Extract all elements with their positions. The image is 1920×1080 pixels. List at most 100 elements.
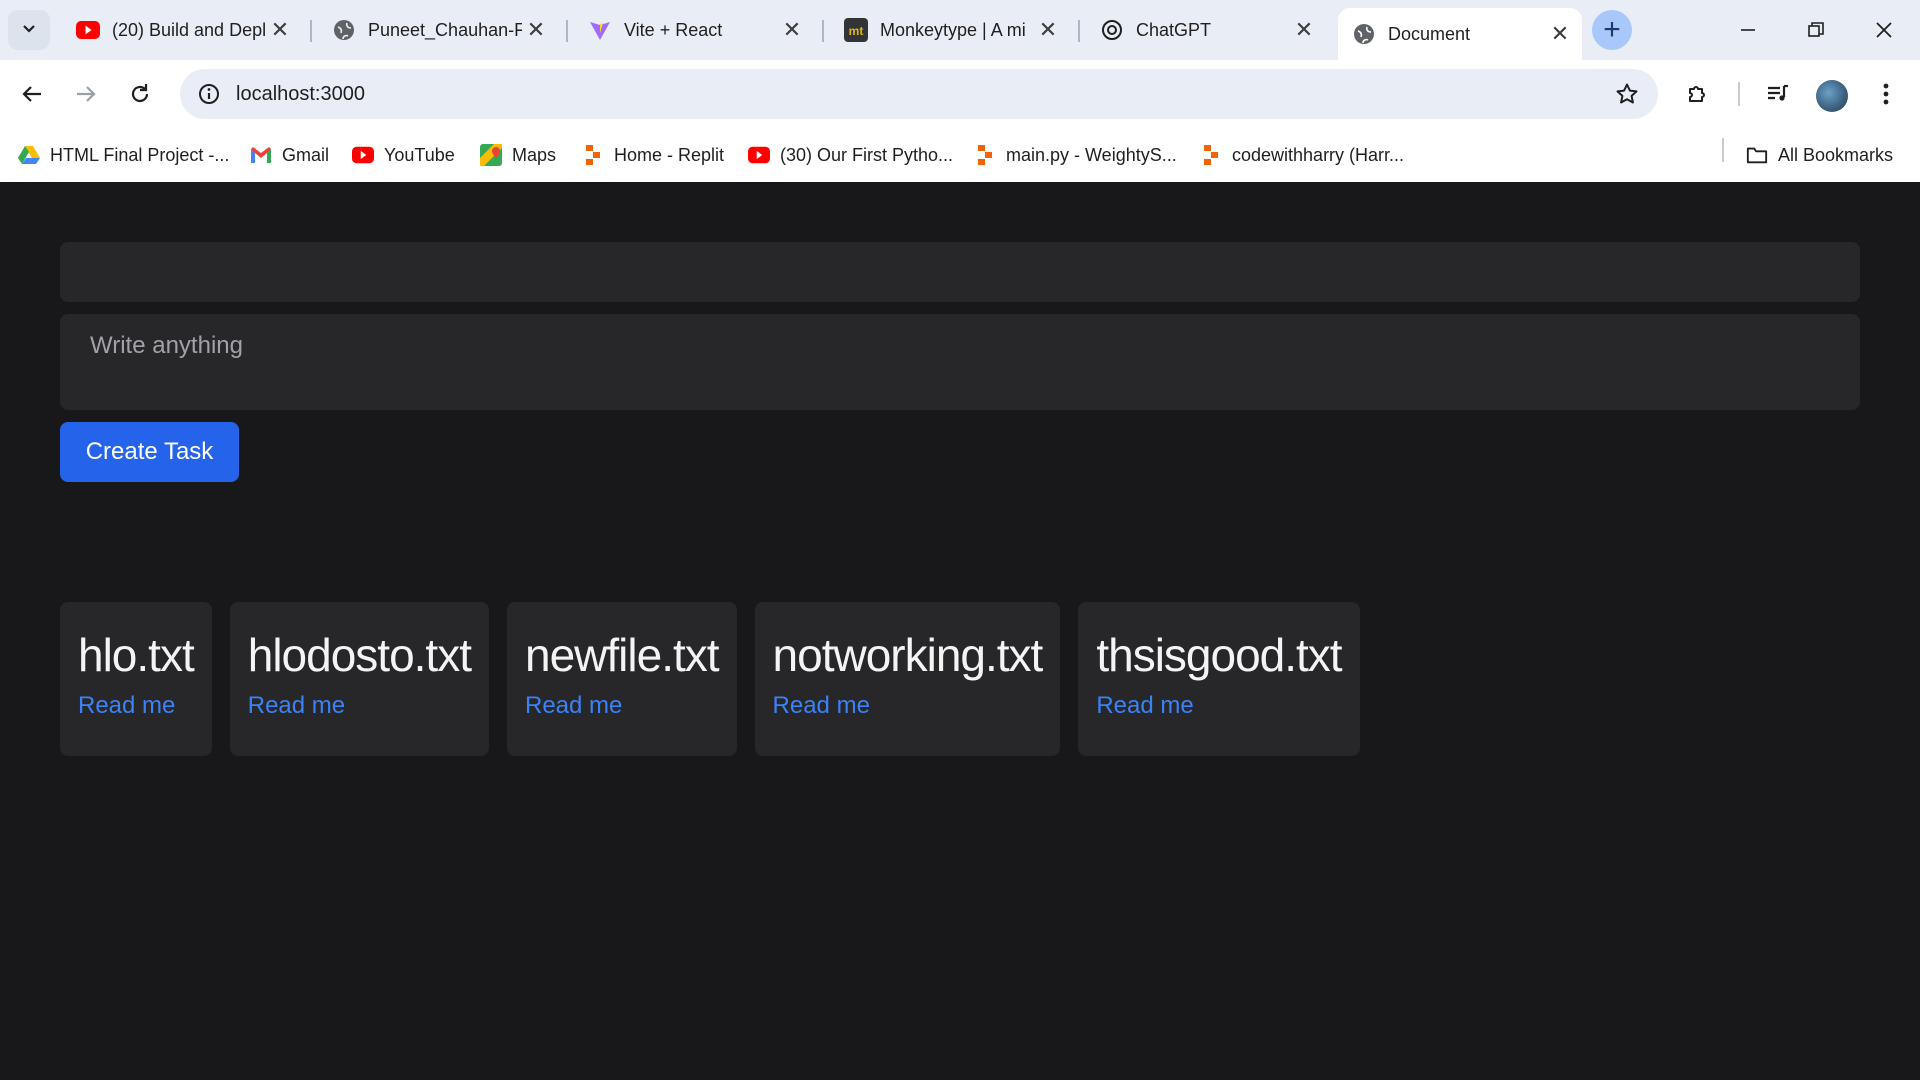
- maps-icon: [480, 144, 502, 166]
- file-name: notworking.txt: [772, 629, 1044, 681]
- monkeytype-icon: mt: [844, 18, 868, 42]
- bookmark-label: Maps: [512, 144, 557, 165]
- chatgpt-icon: [1100, 18, 1124, 42]
- youtube-icon: [748, 144, 770, 166]
- chevron-down-icon: [21, 20, 37, 41]
- new-tab-button[interactable]: +: [1592, 10, 1632, 50]
- bookmark-label: (30) Our First Pytho...: [780, 144, 954, 165]
- restore-button[interactable]: [1786, 8, 1846, 52]
- google-drive-icon: [18, 144, 40, 166]
- tab-title: (20) Build and Depl: [112, 19, 266, 40]
- browser-toolbar: localhost:3000: [0, 60, 1920, 128]
- file-card: hlodosto.txt Read me: [229, 602, 489, 756]
- bookmark-home-replit[interactable]: Home - Replit: [582, 140, 724, 170]
- arrow-right-icon: [77, 86, 96, 102]
- profile-avatar[interactable]: [1816, 80, 1848, 112]
- replit-icon: [582, 144, 604, 166]
- youtube-icon: [352, 144, 374, 166]
- bookmark-gmail[interactable]: Gmail: [250, 140, 329, 170]
- browser-chrome: (20) Build and Depl ✕ Puneet_Chauhan-F ✕…: [0, 0, 1920, 182]
- read-me-link[interactable]: Read me: [1096, 692, 1341, 720]
- bookmarks-bar: HTML Final Project -... Gmail YouTube Ma…: [0, 128, 1920, 182]
- close-icon[interactable]: ✕: [778, 16, 806, 44]
- puzzle-icon: [1689, 86, 1705, 102]
- bookmark-our-first-python[interactable]: (30) Our First Pytho...: [748, 140, 953, 170]
- arrow-left-icon: [22, 86, 41, 102]
- close-window-button[interactable]: [1854, 8, 1914, 52]
- restore-icon: [1808, 22, 1824, 37]
- bookmark-html-final-project[interactable]: HTML Final Project -...: [18, 140, 229, 170]
- bookmark-youtube[interactable]: YouTube: [352, 140, 455, 170]
- tab-strip: (20) Build and Depl ✕ Puneet_Chauhan-F ✕…: [0, 0, 1920, 60]
- forward-button[interactable]: [66, 74, 106, 114]
- read-me-link[interactable]: Read me: [525, 692, 719, 720]
- create-task-button[interactable]: Create Task: [60, 422, 239, 482]
- bookmark-label: Home - Replit: [614, 144, 725, 165]
- replit-icon: [974, 144, 996, 166]
- read-me-link[interactable]: Read me: [78, 692, 194, 720]
- close-icon[interactable]: ✕: [1034, 16, 1062, 44]
- tab-divider: [566, 20, 568, 42]
- tab-search-button[interactable]: [8, 10, 50, 50]
- tab-title: Vite + React: [624, 19, 723, 40]
- vite-icon: [588, 18, 612, 42]
- reload-button[interactable]: [120, 74, 160, 114]
- tab-title: Puneet_Chauhan-F: [368, 19, 522, 40]
- tab-monkeytype[interactable]: mt Monkeytype | A mi ✕: [830, 8, 1070, 52]
- bookmark-main-py[interactable]: main.py - WeightyS...: [974, 140, 1177, 170]
- url-text[interactable]: localhost:3000: [236, 83, 365, 106]
- extensions-button[interactable]: [1678, 74, 1718, 114]
- read-me-link[interactable]: Read me: [773, 692, 1043, 720]
- file-name: thsisgood.txt: [1096, 629, 1342, 681]
- bookmark-maps[interactable]: Maps: [480, 140, 556, 170]
- file-card: newfile.txt Read me: [507, 602, 737, 756]
- plus-icon: +: [1603, 13, 1621, 46]
- globe-icon: [1352, 22, 1376, 46]
- tab-chatgpt[interactable]: ChatGPT ✕: [1086, 8, 1326, 52]
- replit-icon: [1200, 144, 1222, 166]
- tab-title: Monkeytype | A mi: [880, 19, 1026, 40]
- bookmark-label: YouTube: [384, 144, 455, 165]
- back-button[interactable]: [12, 74, 52, 114]
- bookmark-label: codewithharry (Harr...: [1232, 144, 1405, 165]
- close-icon[interactable]: ✕: [1290, 16, 1318, 44]
- file-card: hlo.txt Read me: [60, 602, 212, 756]
- tab-title: ChatGPT: [1136, 19, 1212, 40]
- tab-document-active[interactable]: Document ✕: [1338, 8, 1582, 60]
- queue-music-icon: [1768, 84, 1788, 101]
- globe-icon: [332, 18, 356, 42]
- close-icon[interactable]: ✕: [1546, 20, 1574, 48]
- youtube-icon: [76, 18, 100, 42]
- svg-text:mt: mt: [849, 24, 864, 38]
- bookmark-label: main.py - WeightyS...: [1006, 144, 1177, 165]
- tab-puneet[interactable]: Puneet_Chauhan-F ✕: [318, 8, 558, 52]
- media-control-button[interactable]: [1758, 74, 1798, 114]
- tab-youtube-build[interactable]: (20) Build and Depl ✕: [62, 8, 302, 52]
- all-bookmarks-button[interactable]: All Bookmarks: [1746, 140, 1893, 170]
- page-content: Create Task hlo.txt Read me hlodosto.txt…: [0, 182, 1920, 1080]
- file-name: newfile.txt: [525, 629, 720, 681]
- close-icon[interactable]: ✕: [522, 16, 550, 44]
- tab-vite-react[interactable]: Vite + React ✕: [574, 8, 814, 52]
- file-card: thsisgood.txt Read me: [1078, 602, 1360, 756]
- bookmark-label: All Bookmarks: [1778, 144, 1894, 165]
- tab-divider: [1078, 20, 1080, 42]
- task-description-input[interactable]: [60, 314, 1860, 410]
- minimize-button[interactable]: [1718, 8, 1778, 52]
- folder-icon: [1746, 144, 1768, 166]
- menu-button[interactable]: [1866, 74, 1906, 114]
- file-card-list: hlo.txt Read me hlodosto.txt Read me new…: [60, 602, 1360, 756]
- address-bar[interactable]: localhost:3000: [180, 69, 1658, 119]
- file-name: hlo.txt: [78, 629, 195, 681]
- minimize-icon: [1741, 29, 1755, 31]
- bookmark-codewithharry[interactable]: codewithharry (Harr...: [1200, 140, 1404, 170]
- read-me-link[interactable]: Read me: [248, 692, 471, 720]
- close-icon: [1876, 22, 1892, 38]
- close-icon[interactable]: ✕: [266, 16, 294, 44]
- task-title-input[interactable]: [60, 242, 1860, 302]
- site-info-icon[interactable]: [194, 79, 224, 109]
- bookmark-star-icon[interactable]: [1612, 79, 1642, 109]
- file-name: hlodosto.txt: [247, 629, 472, 681]
- more-vert-icon: [1883, 83, 1889, 105]
- tab-divider: [822, 20, 824, 42]
